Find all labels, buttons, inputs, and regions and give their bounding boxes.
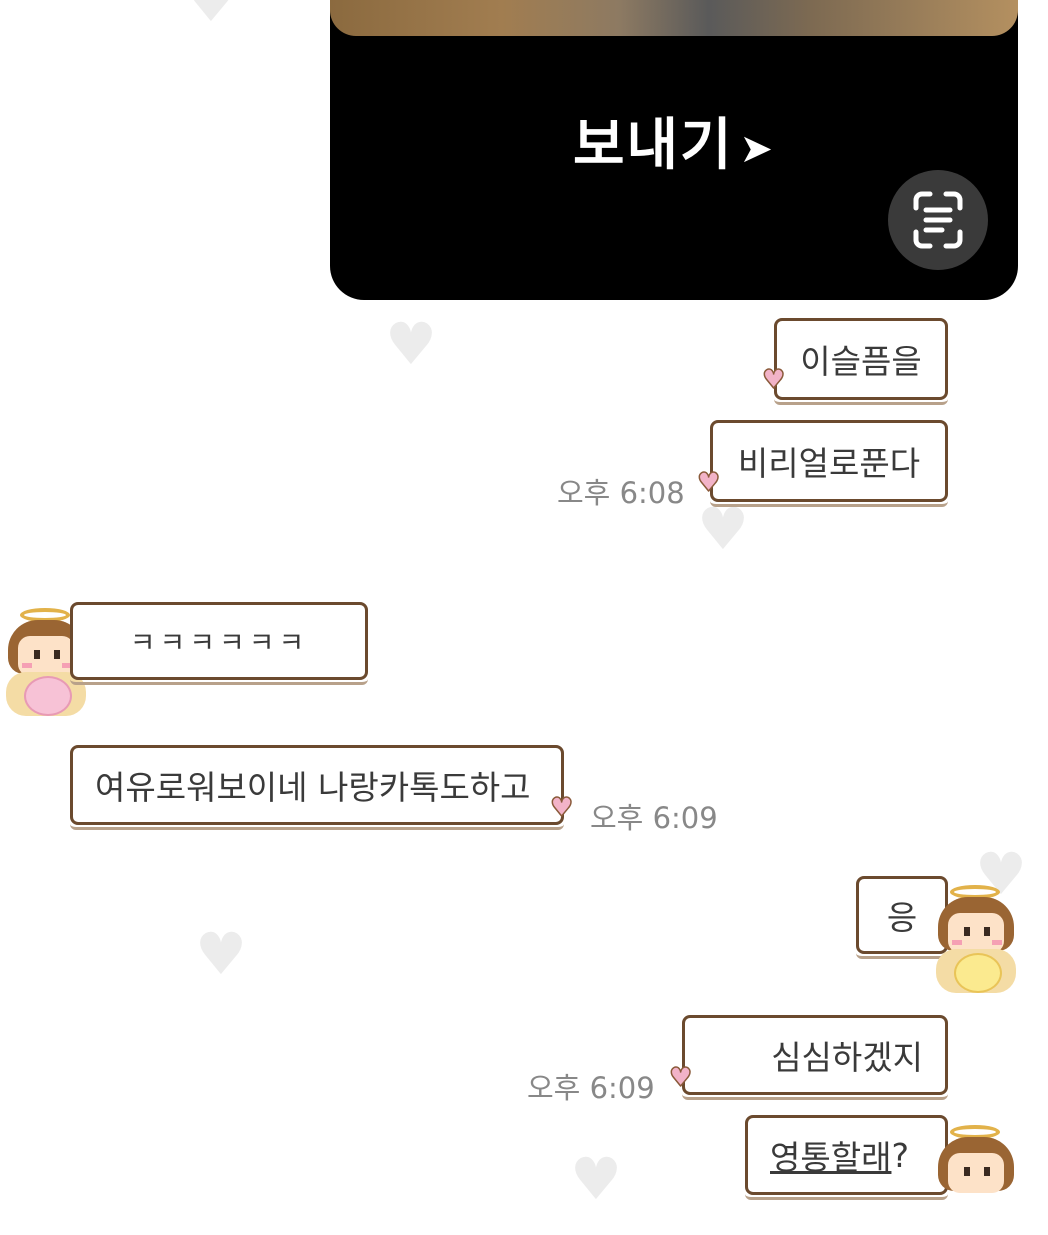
message-text: 비리얼로푼다 [737,444,921,483]
message-text: ? [891,1135,909,1175]
chat-bubble-outgoing[interactable]: 심심하겠지 [682,1015,948,1100]
background-heart-icon: ♥ [570,1145,622,1213]
chat-bubble-incoming[interactable]: ㅋㅋㅋㅋㅋㅋ [70,602,368,685]
chat-bubble-incoming[interactable]: 여유로워보이네 나랑카톡도하고 [70,745,564,830]
message-timestamp: 오후 6:09 [527,1071,655,1105]
message-timestamp: 오후 6:09 [590,801,718,835]
message-text: 이슬픔을 [800,342,922,381]
chat-bubble-outgoing[interactable]: 이슬픔을 [774,318,948,405]
message-timestamp: 오후 6:08 [557,476,685,510]
bubble-heart-icon: ♥ [549,792,574,824]
text-scan-icon [913,191,963,249]
message-text: 심심하겠지 [771,1038,923,1077]
video-call-link[interactable]: 영통할래 [770,1131,891,1179]
my-avatar[interactable] [930,1125,1022,1235]
message-text: 여유로워보이네 나랑카톡도하고 [95,768,531,807]
bubble-heart-icon: ♥ [668,1062,693,1094]
bubble-heart-icon: ♥ [696,467,721,499]
play-arrow-icon: ➤ [739,125,776,172]
photo-preview[interactable] [330,0,1018,36]
background-heart-icon: ♥ [385,310,437,378]
background-heart-icon: ♥ [185,0,237,35]
bubble-heart-icon: ♥ [761,364,786,396]
text-scan-button[interactable] [888,170,988,270]
message-text: 응 [886,898,918,937]
chat-bubble-outgoing[interactable]: 비리얼로푼다 [710,420,948,507]
media-preview-card[interactable]: 보내기 ➤ [330,0,1018,300]
heart-icon [954,953,1002,993]
send-button[interactable]: 보내기 ➤ [330,100,1018,181]
message-text: ㅋㅋㅋㅋㅋㅋ [129,626,309,659]
background-heart-icon: ♥ [697,495,749,563]
background-heart-icon: ♥ [195,920,247,988]
chat-bubble-outgoing[interactable]: 영통할래? [745,1115,948,1200]
my-avatar[interactable] [930,885,1022,995]
heart-icon [24,676,72,716]
send-label: 보내기 [572,113,734,178]
